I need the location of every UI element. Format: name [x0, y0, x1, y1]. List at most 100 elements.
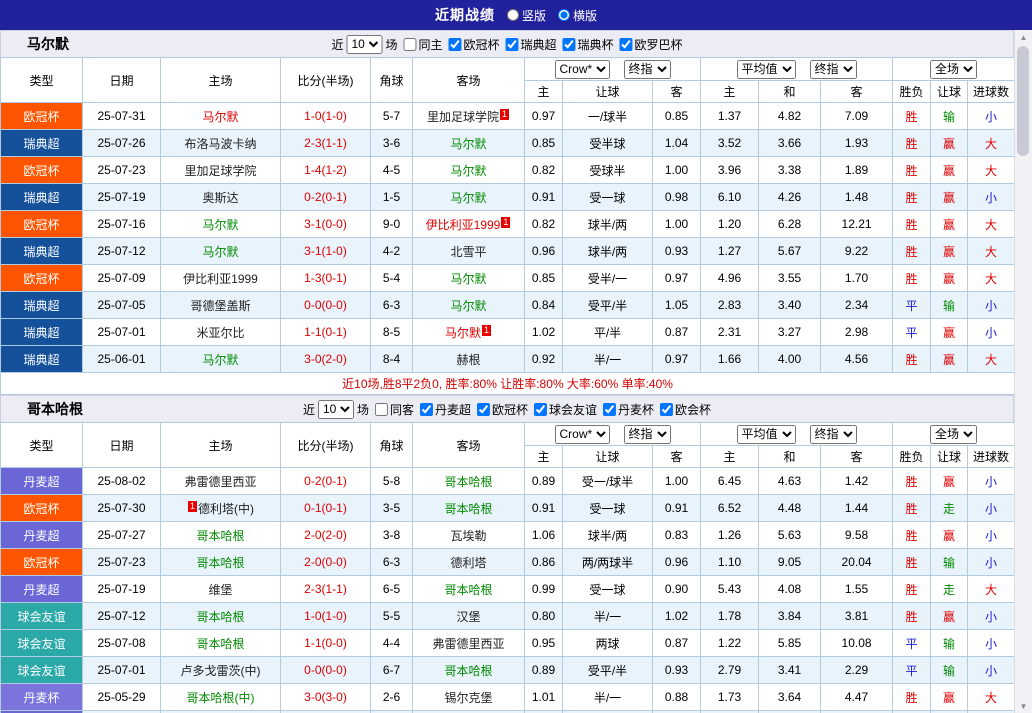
- away-team[interactable]: 瓦埃勒: [413, 522, 525, 549]
- home-team[interactable]: 哥本哈根: [161, 549, 281, 576]
- home-team[interactable]: 里加足球学院: [161, 157, 281, 184]
- league-filter-2-checkbox[interactable]: [534, 403, 547, 416]
- layout-horizontal-option[interactable]: 横版: [558, 7, 597, 24]
- home-team[interactable]: 哥本哈根(中): [161, 684, 281, 711]
- score[interactable]: 1-0(1-0): [281, 103, 371, 130]
- odds-company-select[interactable]: Crow*: [555, 425, 610, 444]
- away-team[interactable]: 马尔默: [413, 292, 525, 319]
- away-team[interactable]: 弗雷德里西亚: [413, 630, 525, 657]
- league-filter-2-checkbox[interactable]: [563, 38, 576, 51]
- same-venue-filter-checkbox[interactable]: [375, 403, 388, 416]
- league-filter-4-checkbox[interactable]: [660, 403, 673, 416]
- away-team[interactable]: 马尔默: [413, 130, 525, 157]
- scroll-down-arrow[interactable]: ▼: [1015, 699, 1032, 713]
- avg-company-select[interactable]: 平均值: [737, 425, 796, 444]
- league-filter-3[interactable]: 丹麦杯: [603, 401, 654, 418]
- league-filter-1-checkbox[interactable]: [477, 403, 490, 416]
- score[interactable]: 0-2(0-1): [281, 184, 371, 211]
- league-filter-1[interactable]: 瑞典超: [506, 36, 557, 53]
- home-team[interactable]: 哥本哈根: [161, 630, 281, 657]
- fulltime-select[interactable]: 全场: [930, 60, 977, 79]
- score[interactable]: 1-0(1-0): [281, 603, 371, 630]
- away-team[interactable]: 德利塔: [413, 549, 525, 576]
- score[interactable]: 3-1(1-0): [281, 238, 371, 265]
- league-filter-3-checkbox[interactable]: [620, 38, 633, 51]
- scroll-up-arrow[interactable]: ▲: [1015, 30, 1032, 44]
- home-team[interactable]: 马尔默: [161, 238, 281, 265]
- odds-stage-select[interactable]: 终指: [624, 60, 671, 79]
- vertical-radio[interactable]: [507, 9, 519, 21]
- away-team[interactable]: 北雪平: [413, 238, 525, 265]
- league-filter-2[interactable]: 球会友谊: [534, 401, 597, 418]
- score[interactable]: 2-0(0-0): [281, 549, 371, 576]
- score[interactable]: 0-0(0-0): [281, 292, 371, 319]
- odds-company-select[interactable]: Crow*: [555, 60, 610, 79]
- league-filter-1[interactable]: 欧冠杯: [477, 401, 528, 418]
- home-team[interactable]: 哥本哈根: [161, 603, 281, 630]
- same-venue-filter[interactable]: 同主: [403, 36, 442, 53]
- league-filter-4[interactable]: 欧会杯: [660, 401, 711, 418]
- avg-company-select[interactable]: 平均值: [737, 60, 796, 79]
- league-filter-1-checkbox[interactable]: [506, 38, 519, 51]
- home-team[interactable]: 马尔默: [161, 211, 281, 238]
- home-team[interactable]: 米亚尔比: [161, 319, 281, 346]
- league-filter-0-checkbox[interactable]: [448, 38, 461, 51]
- away-team[interactable]: 马尔默: [413, 157, 525, 184]
- home-team[interactable]: 哥本哈根: [161, 522, 281, 549]
- score[interactable]: 2-0(2-0): [281, 522, 371, 549]
- fulltime-select[interactable]: 全场: [930, 425, 977, 444]
- score[interactable]: 3-1(0-0): [281, 211, 371, 238]
- layout-vertical-option[interactable]: 竖版: [507, 7, 546, 24]
- odds-stage-select[interactable]: 终指: [624, 425, 671, 444]
- home-team[interactable]: 哥德堡盖斯: [161, 292, 281, 319]
- score[interactable]: 1-1(0-1): [281, 319, 371, 346]
- same-venue-filter-checkbox[interactable]: [403, 38, 416, 51]
- away-team[interactable]: 哥本哈根: [413, 468, 525, 495]
- away-team[interactable]: 锡尔克堡: [413, 684, 525, 711]
- away-team[interactable]: 里加足球学院1: [413, 103, 525, 130]
- avg-stage-select[interactable]: 终指: [810, 60, 857, 79]
- same-venue-filter[interactable]: 同客: [375, 401, 414, 418]
- vertical-scrollbar[interactable]: ▲ ▼: [1014, 30, 1032, 713]
- home-team[interactable]: 布洛马波卡纳: [161, 130, 281, 157]
- score[interactable]: 3-0(2-0): [281, 346, 371, 373]
- home-team[interactable]: 维堡: [161, 576, 281, 603]
- league-filter-0-checkbox[interactable]: [420, 403, 433, 416]
- score[interactable]: 0-2(0-1): [281, 468, 371, 495]
- away-team[interactable]: 马尔默1: [413, 319, 525, 346]
- league-filter-0[interactable]: 丹麦超: [420, 401, 471, 418]
- score[interactable]: 3-0(3-0): [281, 684, 371, 711]
- home-team[interactable]: 马尔默: [161, 346, 281, 373]
- league-filter-3[interactable]: 欧罗巴杯: [620, 36, 683, 53]
- score[interactable]: 1-4(1-2): [281, 157, 371, 184]
- match-count-select[interactable]: 10: [318, 400, 354, 419]
- league-filter-3-checkbox[interactable]: [603, 403, 616, 416]
- away-team[interactable]: 汉堡: [413, 603, 525, 630]
- home-team[interactable]: 卢多戈雷茨(中): [161, 657, 281, 684]
- avg-stage-select[interactable]: 终指: [810, 425, 857, 444]
- home-team[interactable]: 马尔默: [161, 103, 281, 130]
- away-team[interactable]: 伊比利亚19991: [413, 211, 525, 238]
- score[interactable]: 2-3(1-1): [281, 130, 371, 157]
- league-filter-0[interactable]: 欧冠杯: [448, 36, 499, 53]
- league-filter-2[interactable]: 瑞典杯: [563, 36, 614, 53]
- match-count-select[interactable]: 10: [346, 35, 382, 54]
- away-team[interactable]: 赫根: [413, 346, 525, 373]
- home-team[interactable]: 1德利塔(中): [161, 495, 281, 522]
- score[interactable]: 2-3(1-1): [281, 576, 371, 603]
- away-team[interactable]: 哥本哈根: [413, 657, 525, 684]
- horizontal-radio[interactable]: [558, 9, 570, 21]
- away-team[interactable]: 马尔默: [413, 265, 525, 292]
- score[interactable]: 1-1(0-0): [281, 630, 371, 657]
- home-team[interactable]: 奥斯达: [161, 184, 281, 211]
- away-team[interactable]: 马尔默: [413, 184, 525, 211]
- score[interactable]: 0-0(0-0): [281, 657, 371, 684]
- away-team[interactable]: 哥本哈根: [413, 495, 525, 522]
- scrollbar-thumb[interactable]: [1017, 46, 1029, 156]
- col-header: 比分(半场): [281, 423, 371, 468]
- home-team[interactable]: 伊比利亚1999: [161, 265, 281, 292]
- away-team[interactable]: 哥本哈根: [413, 576, 525, 603]
- home-team[interactable]: 弗雷德里西亚: [161, 468, 281, 495]
- score[interactable]: 1-3(0-1): [281, 265, 371, 292]
- score[interactable]: 0-1(0-1): [281, 495, 371, 522]
